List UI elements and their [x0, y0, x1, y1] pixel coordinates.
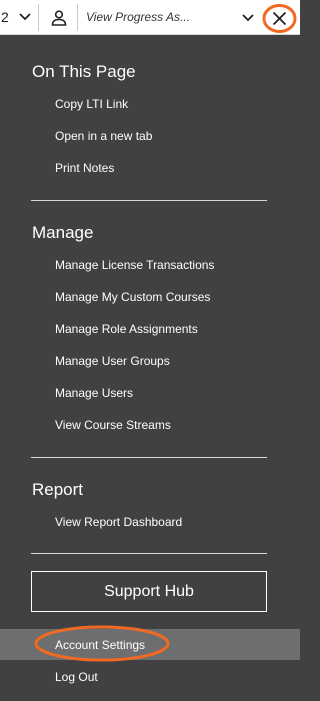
section-title-report: Report [32, 480, 84, 499]
view-progress-as-select[interactable]: View Progress As... [86, 10, 190, 24]
menu-item-manage-user-groups[interactable]: Manage User Groups [55, 354, 170, 368]
menu-item-manage-license-transactions[interactable]: Manage License Transactions [55, 258, 214, 272]
divider [31, 200, 267, 201]
chevron-down-icon[interactable] [241, 12, 255, 24]
divider [31, 553, 267, 554]
support-hub-button[interactable]: Support Hub [31, 571, 267, 612]
menu-item-manage-custom-courses[interactable]: Manage My Custom Courses [55, 290, 210, 304]
menu-item-open-new-tab[interactable]: Open in a new tab [55, 129, 152, 143]
divider [31, 457, 267, 458]
close-icon[interactable] [262, 3, 297, 34]
divider [77, 4, 78, 31]
user-icon [51, 10, 67, 26]
section-title-on-this-page: On This Page [32, 62, 136, 81]
menu-item-view-course-streams[interactable]: View Course Streams [55, 418, 171, 432]
account-settings-label: Account Settings [55, 638, 146, 652]
section-title-manage: Manage [32, 223, 94, 242]
course-number: 2 [1, 9, 9, 25]
chevron-down-icon[interactable] [18, 11, 32, 23]
menu-item-manage-users[interactable]: Manage Users [55, 386, 133, 400]
divider [38, 4, 39, 31]
menu-item-view-report-dashboard[interactable]: View Report Dashboard [55, 515, 182, 529]
menu-item-print-notes[interactable]: Print Notes [55, 161, 114, 175]
menu-item-copy-lti-link[interactable]: Copy LTI Link [55, 97, 128, 111]
menu-item-manage-role-assignments[interactable]: Manage Role Assignments [55, 322, 198, 336]
top-bar: 2 View Progress As... [0, 0, 300, 35]
menu-item-log-out[interactable]: Log Out [55, 670, 98, 684]
menu-item-account-settings[interactable]: Account Settings [0, 629, 300, 660]
